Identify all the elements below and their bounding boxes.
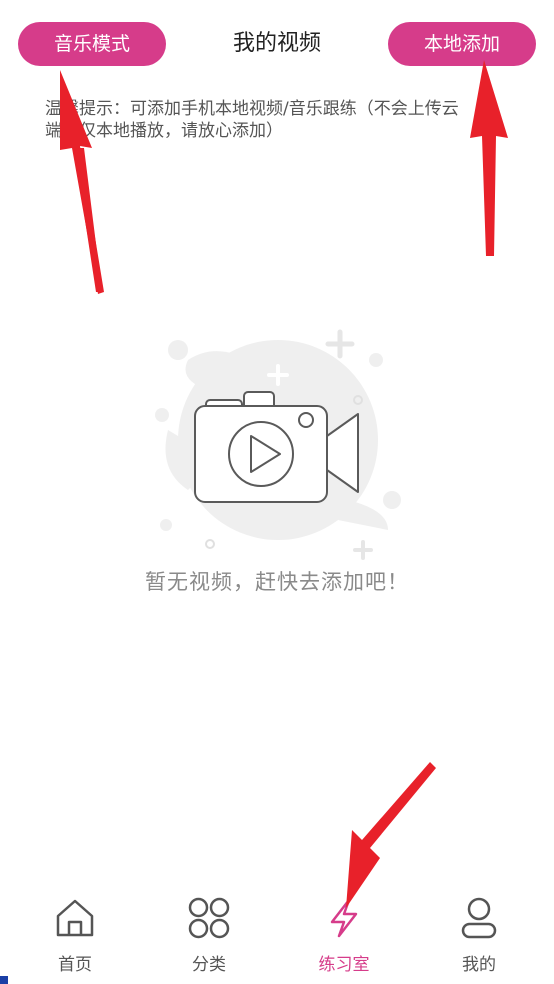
practice-room-screen: 音乐模式 我的视频 本地添加 温馨提示：可添加手机本地视频/音乐跟练（不会上传云… xyxy=(0,0,554,984)
nav-item-category[interactable]: 分类 xyxy=(154,874,264,984)
nav-label-me: 我的 xyxy=(462,955,496,975)
bottom-nav: 首页 分类 练习室 我的 xyxy=(0,874,554,984)
nav-label-home: 首页 xyxy=(58,955,92,975)
camera-play-icon xyxy=(148,320,408,560)
page-title: 我的视频 xyxy=(232,31,321,56)
local-add-button[interactable]: 本地添加 xyxy=(388,22,536,66)
arrow-to-local-add xyxy=(470,60,508,256)
lightning-icon xyxy=(330,898,358,938)
empty-state-message: 暂无视频，赶快去添加吧！ xyxy=(145,570,409,594)
nav-item-me[interactable]: 我的 xyxy=(424,874,534,984)
nav-label-practice-room: 练习室 xyxy=(318,955,370,975)
home-icon xyxy=(56,899,94,937)
user-icon xyxy=(461,897,497,939)
corner-mark xyxy=(0,976,8,984)
tip-text: 温馨提示：可添加手机本地视频/音乐跟练（不会上传云端，仅本地播放，请放心添加） xyxy=(45,99,459,141)
music-mode-button[interactable]: 音乐模式 xyxy=(18,22,166,66)
nav-label-category: 分类 xyxy=(192,955,226,975)
nav-item-home[interactable]: 首页 xyxy=(20,874,130,984)
grid-icon xyxy=(188,897,230,939)
nav-item-practice-room[interactable]: 练习室 xyxy=(289,874,399,984)
